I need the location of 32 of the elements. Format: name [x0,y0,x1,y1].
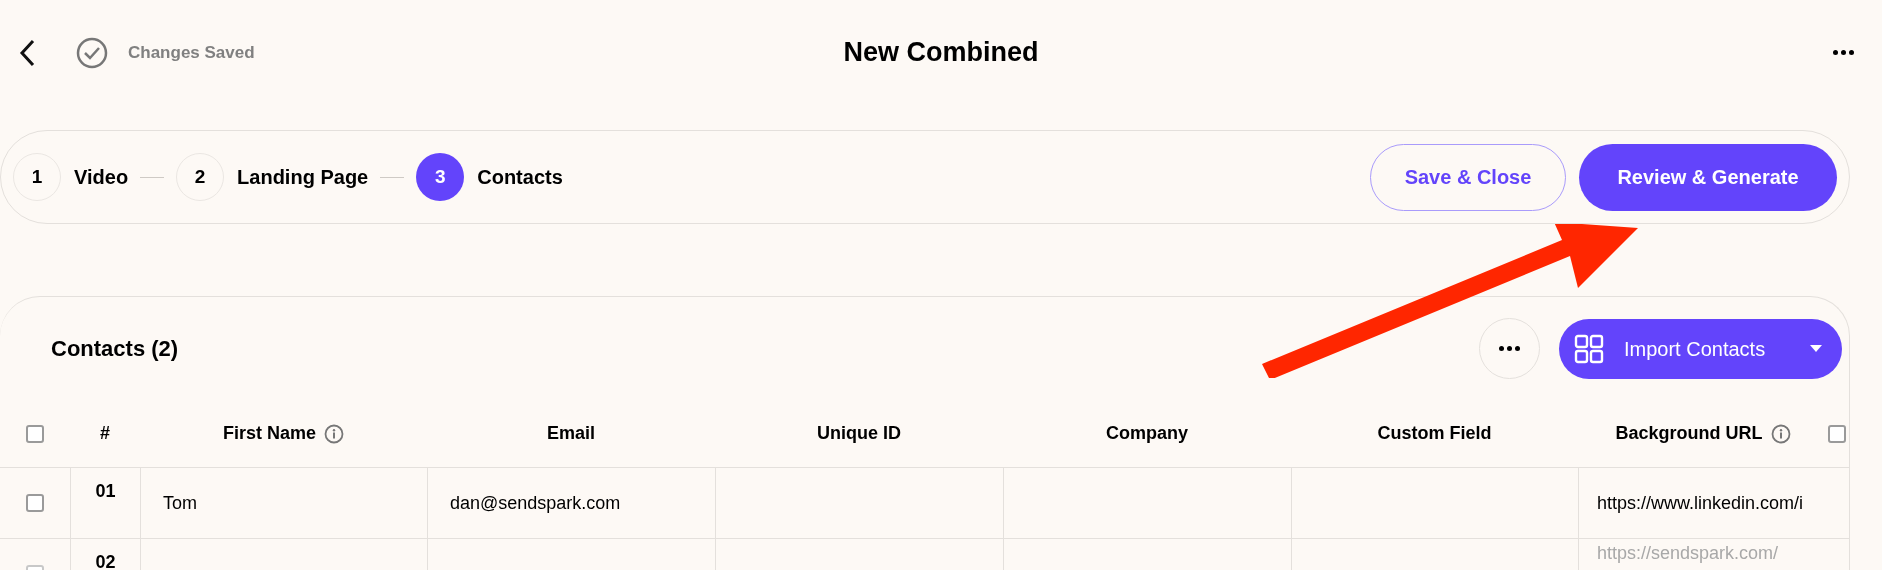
table-cell-text: https://www.linkedin.com/i [1597,491,1804,515]
more-icon [1833,50,1854,55]
row-number: 01 [95,480,116,503]
grid-icon [1574,333,1604,364]
review-generate-button[interactable]: Review & Generate [1579,143,1837,211]
step-tab[interactable]: 2 Landing Page [176,153,369,201]
column-header: # [100,422,110,445]
column-header: Custom Field [1377,422,1492,445]
checkbox[interactable] [26,494,44,512]
column-header: Company [1106,422,1188,445]
caret-icon [1810,344,1822,353]
back-icon [19,38,35,67]
row-number: 02 [95,551,116,570]
check-circle-icon [76,36,108,69]
column-header: Unique ID [817,422,901,445]
page-title: New Combined [843,36,1039,70]
info-icon[interactable] [324,423,344,444]
column-header: Background URL [1615,422,1763,445]
save-status: Changes Saved [128,41,255,64]
info-icon[interactable] [1770,423,1791,444]
step-tab[interactable]: 1 Video [13,153,129,201]
checkbox[interactable] [1828,424,1846,443]
checkbox[interactable] [26,424,44,443]
table-cell-text: Tom [163,491,197,515]
more-icon [1499,346,1520,351]
import-contacts-button[interactable]: Import Contacts [1559,318,1842,379]
step-tab[interactable]: 3 Contacts [416,153,563,201]
column-header: First Name [222,422,316,445]
url-field[interactable]: https://sendspark.com/ [1597,542,1827,564]
table-cell-text: dan@sendspark.com [450,491,621,515]
section-title: Contacts (2) [51,335,179,363]
column-header: Email [547,422,595,445]
